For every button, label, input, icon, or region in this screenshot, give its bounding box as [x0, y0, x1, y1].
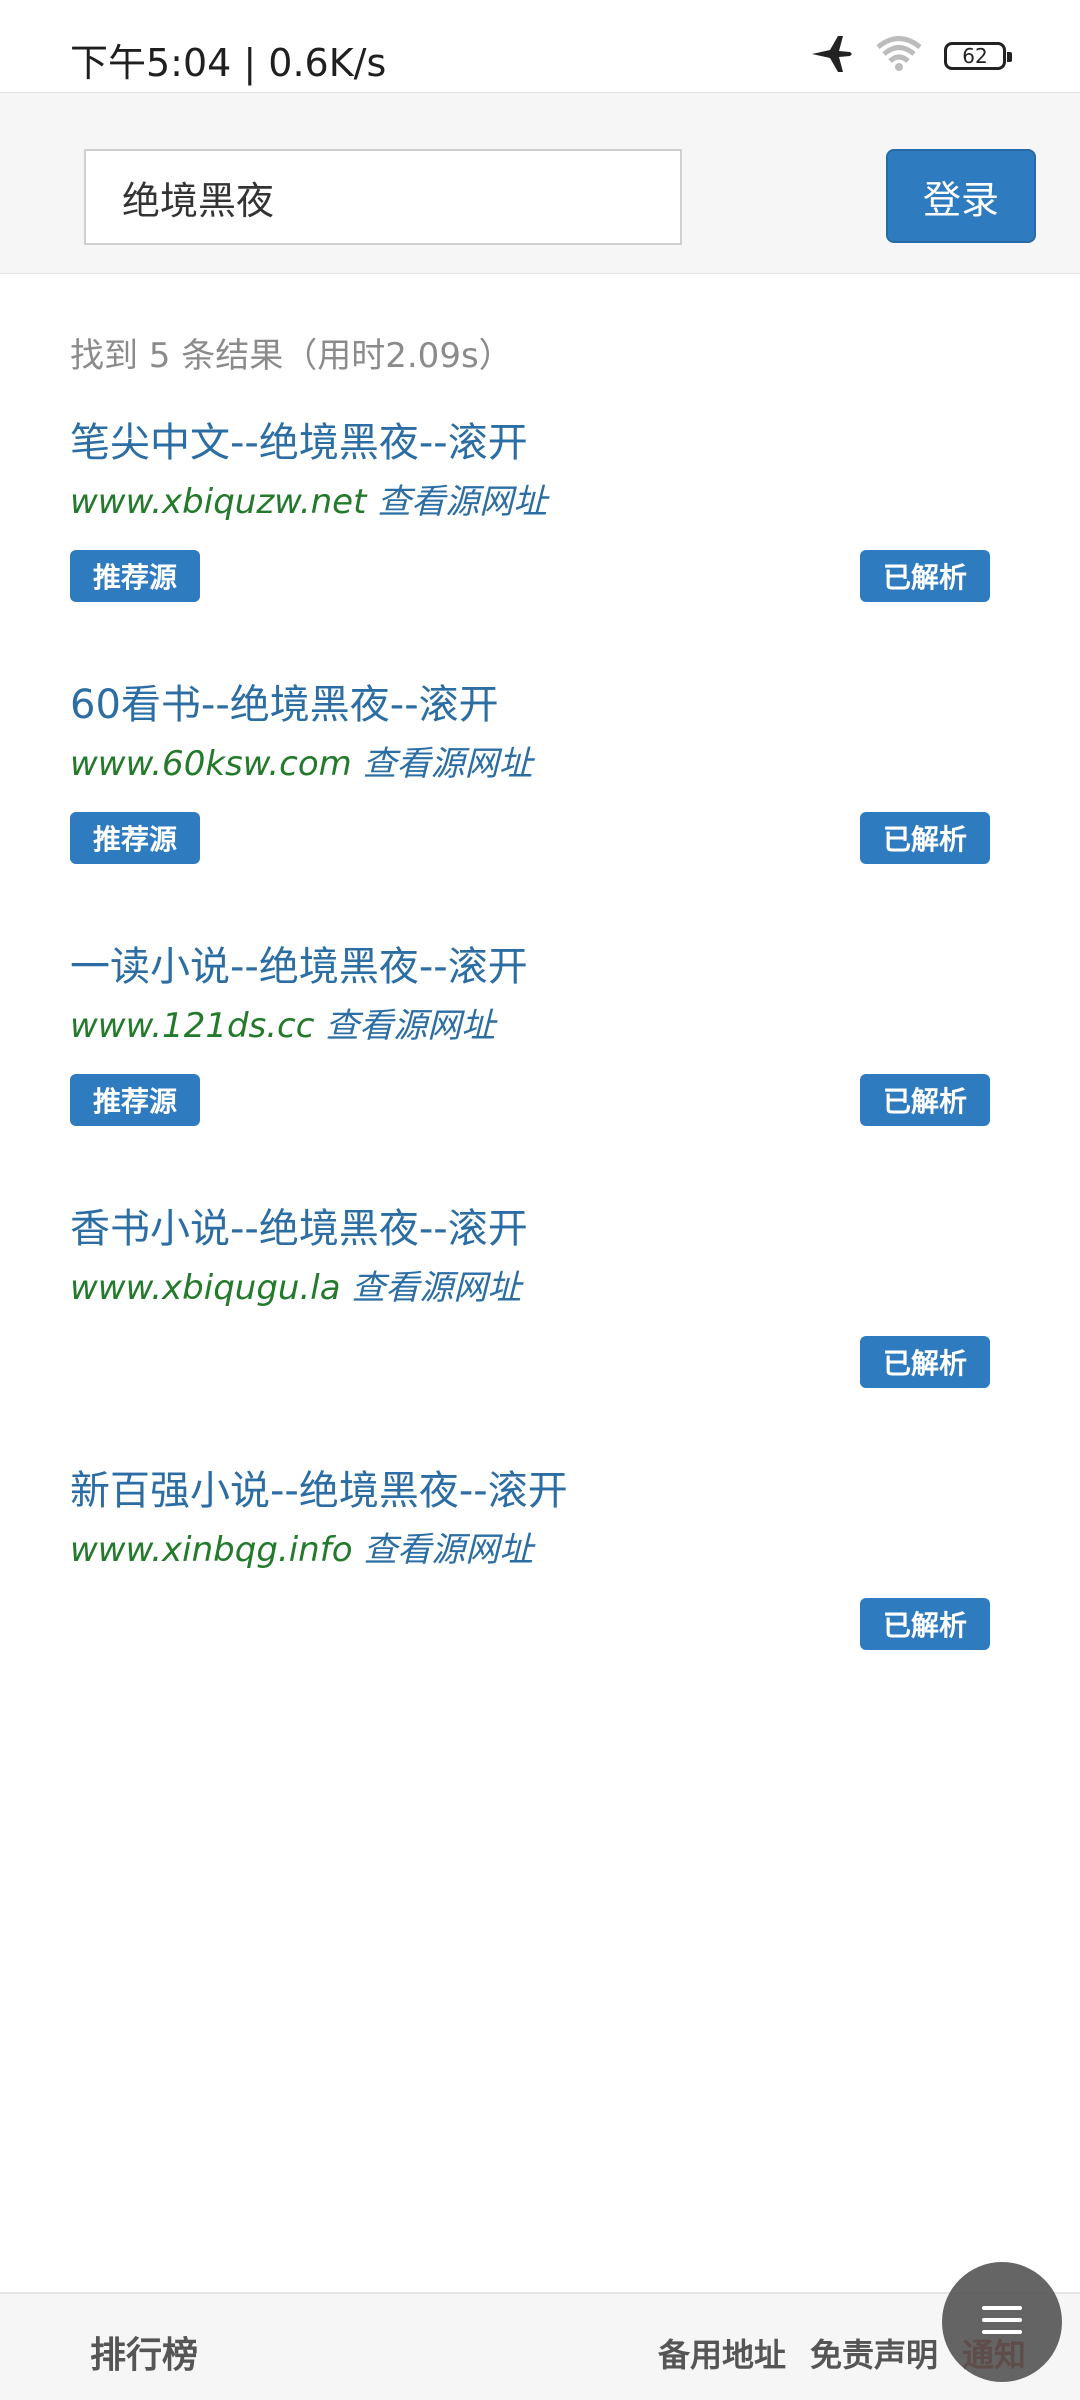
parsed-badge: 已解析: [860, 1598, 990, 1650]
result-title[interactable]: 新百强小说--绝境黑夜--滚开: [70, 1458, 568, 1516]
wifi-icon: [876, 36, 922, 76]
parsed-badge: 已解析: [860, 550, 990, 602]
result-item: 60看书--绝境黑夜--滚开 www.60ksw.com 查看源网址 推荐源 已…: [70, 672, 990, 902]
search-header: 绝境黑夜 登录: [0, 92, 1080, 274]
login-button[interactable]: 登录: [886, 149, 1036, 243]
battery-level: 62: [962, 44, 988, 68]
result-url: www.121ds.cc 查看源网址: [70, 998, 495, 1047]
result-summary: 找到 5 条结果（用时2.09s）: [70, 336, 513, 376]
ranking-link[interactable]: 排行榜: [90, 2326, 198, 2378]
result-title[interactable]: 一读小说--绝境黑夜--滚开: [70, 934, 528, 992]
page: 下午5:04 | 0.6K/s 62 绝境黑夜 登录 找到 5 条结果（用时2.…: [0, 0, 1080, 2400]
result-domain: www.xbiquzw.net: [70, 482, 367, 522]
battery-icon: 62: [944, 42, 1012, 70]
bottom-nav: 排行榜 备用地址 免责声明 通知: [0, 2292, 1080, 2400]
result-item: 香书小说--绝境黑夜--滚开 www.xbiqugu.la 查看源网址 已解析: [70, 1196, 990, 1426]
result-domain: www.60ksw.com: [70, 744, 352, 784]
result-domain: www.xbiqugu.la: [70, 1268, 341, 1308]
view-source-link[interactable]: 查看源网址: [325, 1006, 495, 1046]
search-input[interactable]: 绝境黑夜: [84, 149, 682, 245]
menu-icon: [980, 2302, 1024, 2342]
view-source-link[interactable]: 查看源网址: [377, 482, 547, 522]
view-source-link[interactable]: 查看源网址: [363, 1530, 533, 1570]
result-title[interactable]: 香书小说--绝境黑夜--滚开: [70, 1196, 528, 1254]
status-icons: 62: [810, 34, 1012, 78]
result-domain: www.xinbqg.info: [70, 1530, 353, 1570]
result-title[interactable]: 60看书--绝境黑夜--滚开: [70, 672, 499, 730]
result-url: www.xbiquzw.net 查看源网址: [70, 474, 547, 523]
view-source-link[interactable]: 查看源网址: [363, 744, 533, 784]
parsed-badge: 已解析: [860, 1336, 990, 1388]
result-url: www.xinbqg.info 查看源网址: [70, 1522, 533, 1571]
view-source-link[interactable]: 查看源网址: [351, 1268, 521, 1308]
backup-address-link[interactable]: 备用地址: [658, 2330, 786, 2376]
parsed-badge: 已解析: [860, 1074, 990, 1126]
recommend-badge: 推荐源: [70, 1074, 200, 1126]
recommend-badge: 推荐源: [70, 550, 200, 602]
result-item: 笔尖中文--绝境黑夜--滚开 www.xbiquzw.net 查看源网址 推荐源…: [70, 410, 990, 640]
recommend-badge: 推荐源: [70, 812, 200, 864]
parsed-badge: 已解析: [860, 812, 990, 864]
result-item: 一读小说--绝境黑夜--滚开 www.121ds.cc 查看源网址 推荐源 已解…: [70, 934, 990, 1164]
result-title[interactable]: 笔尖中文--绝境黑夜--滚开: [70, 410, 528, 468]
result-item: 新百强小说--绝境黑夜--滚开 www.xinbqg.info 查看源网址 已解…: [70, 1458, 990, 1688]
status-bar: 下午5:04 | 0.6K/s 62: [0, 0, 1080, 92]
airplane-icon: [810, 34, 854, 78]
floating-menu-button[interactable]: [942, 2262, 1062, 2382]
disclaimer-link[interactable]: 免责声明: [810, 2330, 938, 2376]
result-url: www.60ksw.com 查看源网址: [70, 736, 533, 785]
status-time: 下午5:04 | 0.6K/s: [70, 41, 387, 85]
result-domain: www.121ds.cc: [70, 1006, 315, 1046]
result-url: www.xbiqugu.la 查看源网址: [70, 1260, 521, 1309]
